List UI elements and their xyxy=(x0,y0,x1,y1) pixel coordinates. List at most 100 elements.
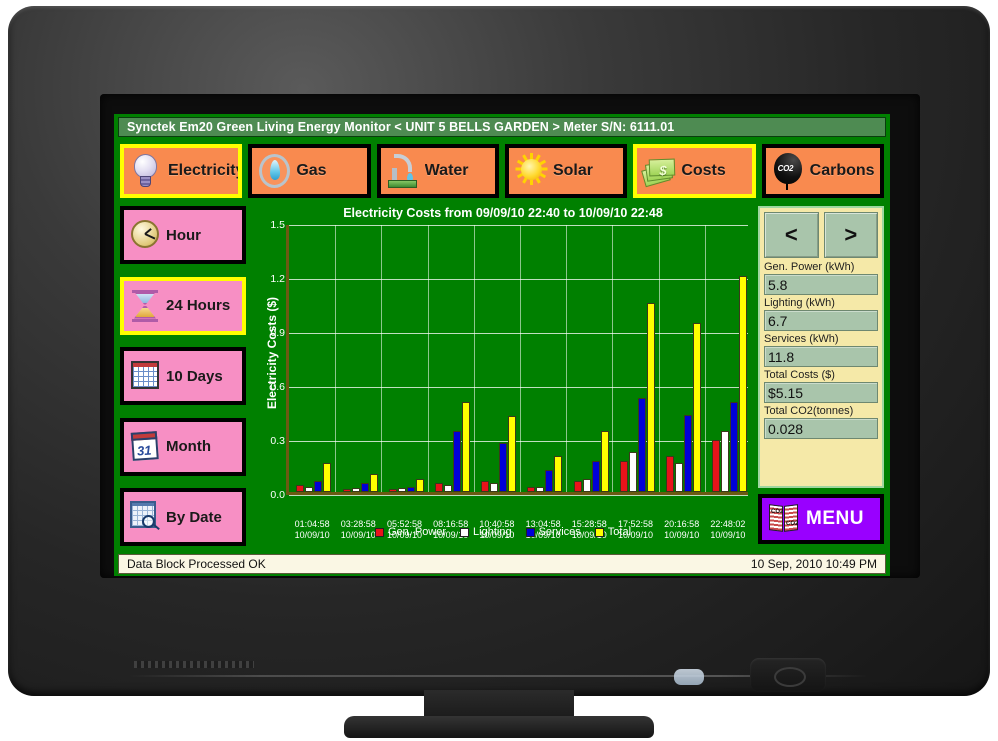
sidebar-item-10-days[interactable]: 10 Days xyxy=(120,347,246,405)
monitor: Synctek Em20 Green Living Energy Monitor… xyxy=(0,0,998,741)
chart-gridline xyxy=(289,495,748,496)
sun-icon xyxy=(513,151,549,191)
chart-bar-group xyxy=(665,322,701,492)
chart-y-tick-label: 1.2 xyxy=(270,273,285,285)
chart-gridline xyxy=(289,279,748,280)
hourglass-icon xyxy=(129,289,161,323)
readout-value[interactable]: 11.8 xyxy=(764,346,878,367)
chart-bar xyxy=(646,303,655,492)
nav-button-electricity[interactable]: Electricity xyxy=(120,144,243,198)
chart-bar xyxy=(600,430,609,492)
nav-button-label: Electricity xyxy=(168,162,239,179)
chart-bar xyxy=(508,416,517,492)
screen: Synctek Em20 Green Living Energy Monitor… xyxy=(114,114,890,576)
chart-bar-group xyxy=(342,474,378,492)
chart-vertical-gridline xyxy=(473,225,475,492)
readout-value[interactable]: 6.7 xyxy=(764,310,878,331)
readout-value[interactable]: 0.028 xyxy=(764,418,878,439)
chart-plot-area: 0.0 0.3 0.6 0.9 1.2 1.5 01:04:58 10/09/10 03:28:… xyxy=(270,219,748,540)
book-icon: CO2 CO2 xyxy=(768,504,800,534)
sidebar-item-label: Hour xyxy=(166,226,201,244)
tap-icon xyxy=(385,151,421,191)
sidebar-item-label: 24 Hours xyxy=(166,297,231,314)
chart-legend-item: Gen. Power xyxy=(374,526,446,538)
chart-bar xyxy=(342,489,351,492)
nav-button-solar[interactable]: Solar xyxy=(504,144,628,198)
chart-vertical-gridline xyxy=(704,225,706,492)
chart-bar xyxy=(554,456,563,492)
chart-y-tick-label: 0.9 xyxy=(270,327,285,339)
next-button[interactable]: > xyxy=(823,212,878,258)
chart-bar xyxy=(582,479,591,492)
chart-bar xyxy=(545,470,554,492)
sidebar-item-24-hours[interactable]: 24 Hours xyxy=(120,276,246,335)
chart-bar-group xyxy=(388,479,424,492)
chart-legend-swatch xyxy=(525,527,535,537)
chart-bar xyxy=(637,398,646,492)
chart-vertical-gridline xyxy=(335,225,337,492)
nav-button-label: Carbons xyxy=(809,162,875,179)
chart-bar xyxy=(591,461,600,492)
sidebar-item-hour[interactable]: Hour xyxy=(120,206,246,264)
readout-label: Lighting (kWh) xyxy=(764,297,835,309)
chart-bar xyxy=(536,486,545,492)
nav-button-gas[interactable]: Gas xyxy=(248,144,371,198)
flame-icon xyxy=(256,151,292,191)
readout-label: Total CO2(tonnes) xyxy=(764,405,854,417)
sidebar-item-month[interactable]: 31 Month xyxy=(120,417,246,476)
menu-button[interactable]: CO2 CO2 MENU xyxy=(758,494,884,544)
navigation-arrows: < > xyxy=(760,208,882,260)
chart-bar xyxy=(323,463,332,492)
chart-legend-label: Total xyxy=(607,526,632,538)
chart-bar xyxy=(730,402,739,492)
chart-bar xyxy=(388,489,397,492)
readout-label: Total Costs ($) xyxy=(764,369,835,381)
previous-button[interactable]: < xyxy=(764,212,819,258)
sidebar-item-by-date[interactable]: By Date xyxy=(120,488,246,546)
chart-bar xyxy=(296,484,305,492)
chart-vertical-gridline xyxy=(566,225,568,492)
chart-bar-group xyxy=(619,303,655,492)
chart-bar xyxy=(573,481,582,492)
chart-y-tick-label: 0.6 xyxy=(270,381,285,393)
readout-value[interactable]: $5.15 xyxy=(764,382,878,403)
chart-bar xyxy=(628,452,637,492)
nav-button-water[interactable]: Water xyxy=(376,144,499,198)
chart-bar xyxy=(397,488,406,492)
readout-label: Gen. Power (kWh) xyxy=(764,261,855,273)
chart-vertical-gridline xyxy=(520,225,521,492)
top-navigation-bar: Electricity Gas Water Solar $ Costs CO2 Carbons xyxy=(118,141,886,201)
chart-bar xyxy=(712,439,721,492)
readout-panel: < > Gen. Power (kWh) 5.8 Lighting (kWh) 6.7… xyxy=(758,206,884,546)
calendar-grid-icon xyxy=(129,359,161,393)
chart-bar xyxy=(490,483,499,492)
status-bar: Data Block Processed OK 10 Sep, 2010 10:… xyxy=(118,554,886,574)
readout-value[interactable]: 5.8 xyxy=(764,274,878,295)
title-text: Synctek Em20 Green Living Energy Monitor… xyxy=(127,120,675,134)
nav-button-label: Water xyxy=(424,162,469,179)
chart-bar xyxy=(683,414,692,492)
clock-icon xyxy=(129,218,161,252)
status-message: Data Block Processed OK xyxy=(127,557,266,571)
co2-balloon-icon: CO2 xyxy=(770,151,806,191)
nav-button-label: Solar xyxy=(552,162,593,179)
chart-bar xyxy=(499,443,508,492)
chart-vertical-gridline xyxy=(658,225,660,492)
chart-bar xyxy=(314,481,323,492)
chart-bar xyxy=(452,430,461,492)
nav-button-costs[interactable]: $ Costs xyxy=(633,144,756,198)
sidebar-item-label: Month xyxy=(166,438,211,455)
chart-bar xyxy=(619,461,628,492)
money-icon: $ xyxy=(641,151,677,191)
chart-legend-label: Lighting xyxy=(473,526,512,538)
chart-legend-swatch xyxy=(594,527,604,537)
nav-button-carbons[interactable]: CO2 Carbons xyxy=(761,144,884,198)
chart-y-axis-label: Electricity Costs ($) xyxy=(265,296,279,410)
sidebar-item-label: By Date xyxy=(166,508,222,526)
readout-fields: < > Gen. Power (kWh) 5.8 Lighting (kWh) 6.7… xyxy=(758,206,884,488)
chart-legend: Gen. Power Lighting Services Total xyxy=(250,526,756,538)
chart-bar xyxy=(415,479,424,492)
lightbulb-icon xyxy=(128,151,164,191)
nav-button-label: Costs xyxy=(681,162,726,179)
chart-vertical-gridline xyxy=(612,225,614,492)
